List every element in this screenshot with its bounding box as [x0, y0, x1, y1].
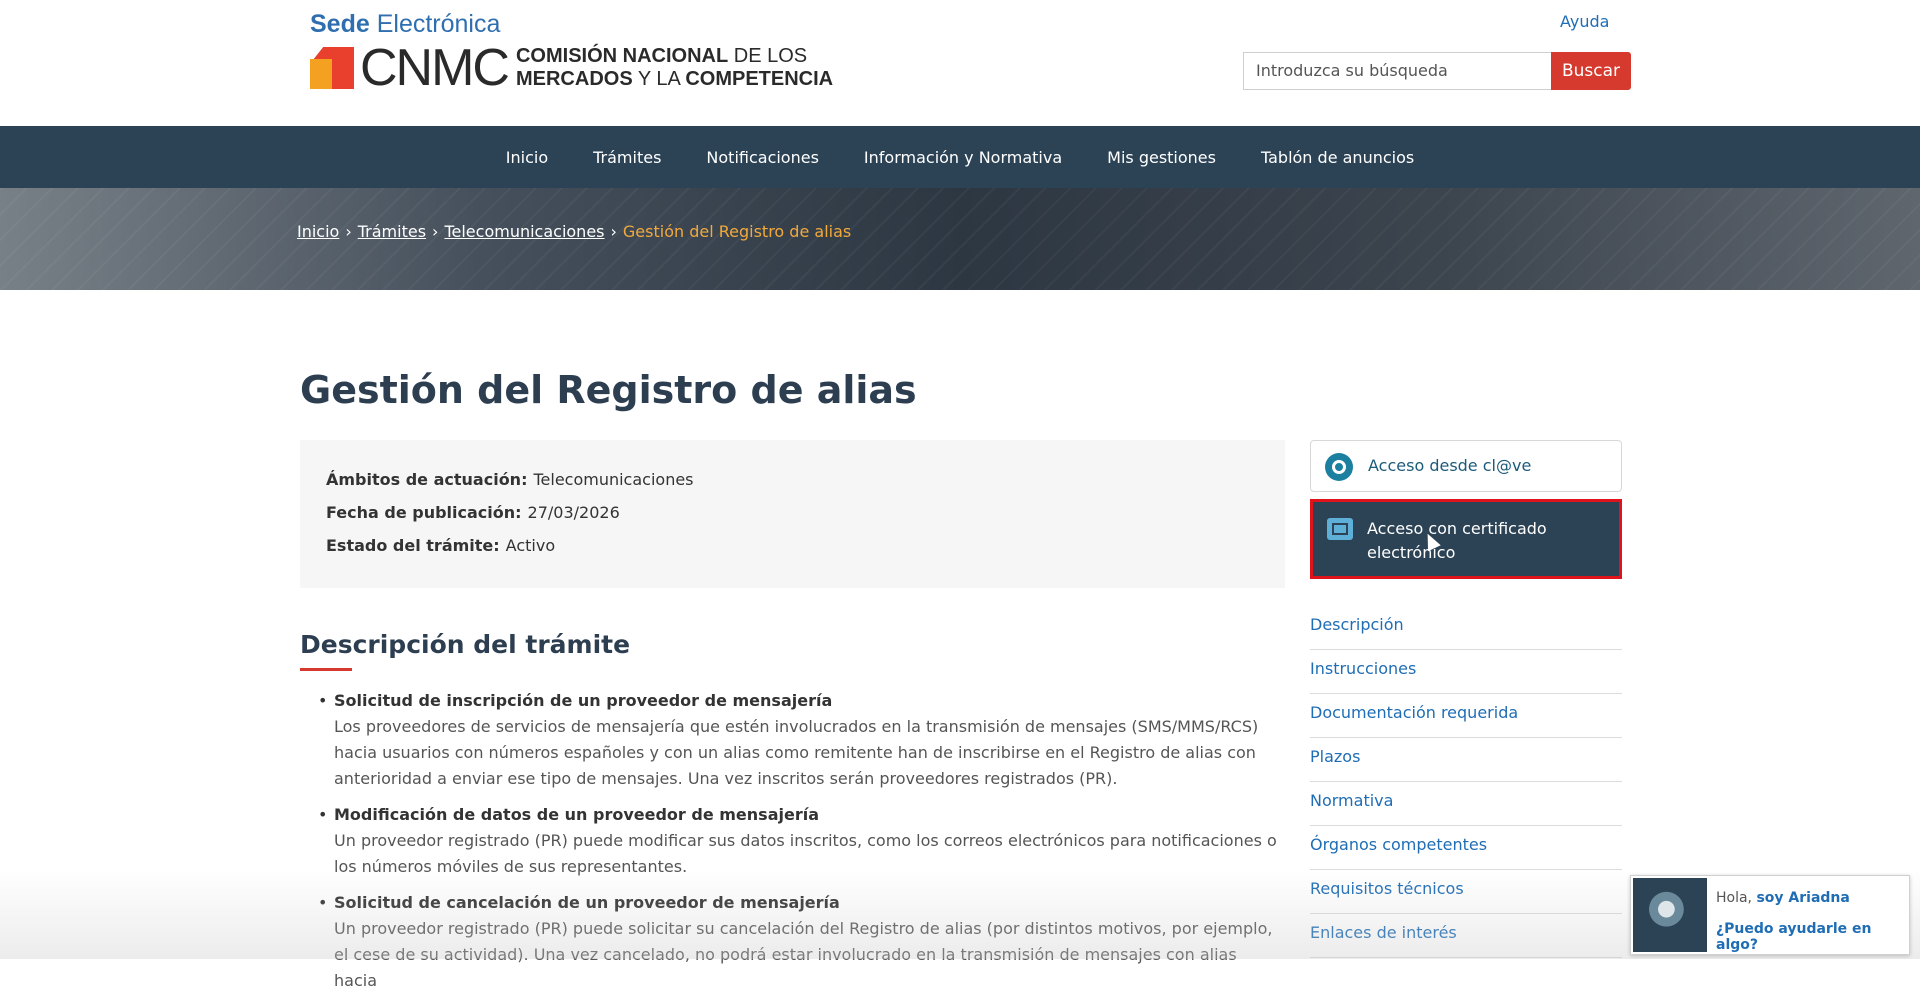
procedure-list: Solicitud de inscripción de un proveedor…: [318, 688, 1283, 1004]
list-item: Solicitud de inscripción de un proveedor…: [318, 688, 1283, 792]
search-input[interactable]: Introduzca su búsqueda: [1243, 52, 1551, 90]
clave-icon: [1325, 453, 1353, 481]
logo-acronym: CNMC: [360, 39, 510, 97]
access-clave-button[interactable]: Acceso desde cl@ve: [1310, 440, 1622, 492]
access-certificate-button[interactable]: Acceso con certificado electrónico: [1310, 499, 1622, 579]
breadcrumb-current: Gestión del Registro de alias: [622, 222, 852, 241]
section-underline: [300, 668, 352, 671]
nav-mis-gestiones[interactable]: Mis gestiones: [1107, 148, 1216, 167]
chat-greeting: Hola, soy Ariadna: [1716, 890, 1850, 906]
main-nav: Inicio Trámites Notificaciones Informaci…: [0, 126, 1920, 188]
site-header: Sede Electrónica CNMC COMISIÓN NACIONAL …: [0, 0, 1920, 126]
breadcrumb-telecomunicaciones[interactable]: Telecomunicaciones: [444, 222, 604, 241]
nav-tablon-anuncios[interactable]: Tablón de anuncios: [1261, 148, 1414, 167]
page-banner: Inicio › Trámites › Telecomunicaciones › Gesti…: [0, 188, 1920, 290]
nav-inicio[interactable]: Inicio: [506, 148, 548, 167]
procedure-info-box: Ámbitos de actuación: Telecomunicaciones …: [300, 440, 1285, 588]
list-item: Solicitud de cancelación de un proveedor…: [318, 890, 1283, 994]
nav-notificaciones[interactable]: Notificaciones: [706, 148, 819, 167]
logo-fullname: COMISIÓN NACIONAL DE LOS MERCADOS Y LA C…: [515, 45, 834, 90]
info-fecha: Fecha de publicación: 27/03/2026: [326, 503, 620, 522]
cnmc-logo-mark-icon: [310, 47, 354, 89]
sede-electronica-title: Sede Electrónica: [310, 10, 501, 38]
certificate-icon: [1327, 518, 1353, 540]
sidebar-link-descripcion[interactable]: Descripción: [1310, 606, 1622, 650]
breadcrumb: Inicio › Trámites › Telecomunicaciones › Gesti…: [297, 222, 852, 241]
sidebar-link-enlaces[interactable]: Enlaces de interés: [1310, 914, 1622, 958]
section-title-descripcion: Descripción del trámite: [300, 630, 631, 659]
info-estado: Estado del trámite: Activo: [326, 536, 556, 555]
sidebar-link-normativa[interactable]: Normativa: [1310, 782, 1622, 826]
breadcrumb-tramites[interactable]: Trámites: [358, 222, 426, 241]
sidebar-links: Descripción Instrucciones Documentación …: [1310, 606, 1622, 958]
cnmc-logo[interactable]: Sede Electrónica CNMC COMISIÓN NACIONAL …: [310, 10, 834, 97]
help-link[interactable]: Ayuda: [1560, 12, 1609, 31]
info-ambitos: Ámbitos de actuación: Telecomunicaciones: [326, 470, 694, 489]
search-button[interactable]: Buscar: [1551, 52, 1631, 90]
nav-informacion-normativa[interactable]: Información y Normativa: [864, 148, 1062, 167]
sidebar-link-plazos[interactable]: Plazos: [1310, 738, 1622, 782]
chat-assistant-widget[interactable]: Hola, soy Ariadna ¿Puedo ayudarle en alg…: [1630, 875, 1910, 955]
chat-question: ¿Puedo ayudarle en algo?: [1716, 921, 1872, 953]
sidebar-link-documentacion[interactable]: Documentación requerida: [1310, 694, 1622, 738]
page-title: Gestión del Registro de alias: [300, 368, 917, 412]
list-item: Modificación de datos de un proveedor de…: [318, 802, 1283, 880]
nav-tramites[interactable]: Trámites: [593, 148, 661, 167]
sidebar-link-organos[interactable]: Órganos competentes: [1310, 826, 1622, 870]
sidebar-link-instrucciones[interactable]: Instrucciones: [1310, 650, 1622, 694]
assistant-avatar: [1633, 878, 1707, 952]
breadcrumb-inicio[interactable]: Inicio: [297, 222, 339, 241]
sidebar-link-requisitos[interactable]: Requisitos técnicos: [1310, 870, 1622, 914]
